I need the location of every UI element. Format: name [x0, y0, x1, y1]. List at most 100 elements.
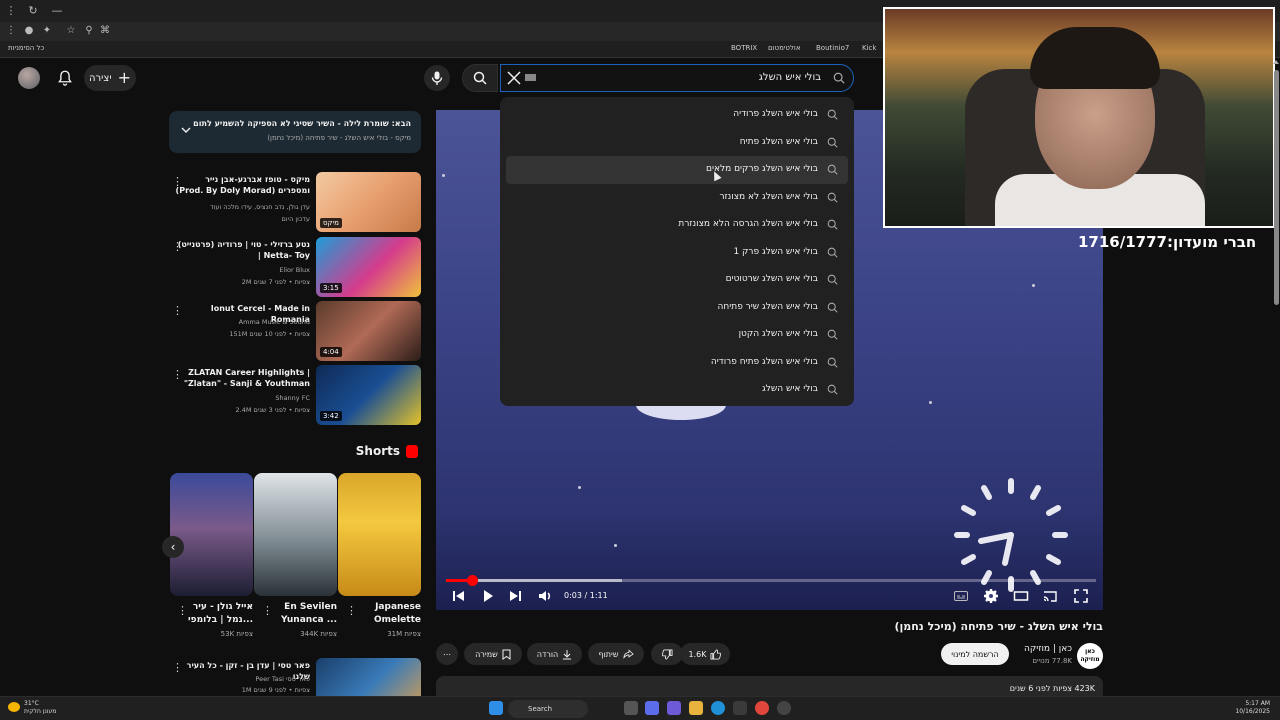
notifications-bell-icon[interactable] — [56, 69, 74, 87]
reload-icon[interactable]: ↻ — [26, 4, 40, 18]
more-options-icon[interactable]: ⋮ — [172, 304, 183, 317]
volume-icon[interactable] — [537, 588, 553, 604]
short-video[interactable] — [338, 473, 421, 596]
clear-search-icon[interactable] — [505, 69, 523, 87]
chevron-left-icon[interactable]: ‹ — [162, 536, 184, 558]
video-channel: Shanny FC — [275, 394, 310, 402]
create-button[interactable]: יצירה + — [84, 65, 136, 91]
previous-icon[interactable] — [451, 588, 467, 604]
recommended-video[interactable]: 3:15 נטע ברזילי - טוי | פרודיה (פרטנייט)… — [169, 237, 421, 299]
suggestion-item[interactable]: בולי איש השלג פרודיה — [506, 101, 848, 129]
key-icon[interactable]: ⚲ — [82, 24, 96, 38]
recommended-video[interactable]: פאר טסי | עדן בן - זקן - כל העיר שלנו Pe… — [169, 658, 421, 696]
short-video[interactable] — [254, 473, 337, 596]
windows-start-icon[interactable] — [489, 701, 503, 715]
short-video[interactable] — [170, 473, 253, 596]
suggestion-item[interactable]: בולי איש השלג פרק 1 — [506, 239, 848, 267]
more-options-icon[interactable]: ⋮ — [172, 368, 183, 381]
extension-icon[interactable]: ● — [22, 24, 36, 38]
video-thumbnail[interactable]: מיקס — [316, 172, 421, 232]
short-title[interactable]: אייל גולן - עיר נמל | בלומפי... — [183, 601, 253, 627]
page-scrollbar[interactable] — [1274, 70, 1279, 305]
up-next-panel[interactable]: הבא: שומרת לילה - השיר שסיגי לא הספיקה ל… — [169, 111, 421, 153]
bookmark-ultimatum[interactable]: אולטימטום — [768, 44, 801, 52]
like-button[interactable]: 1.6K — [680, 643, 730, 665]
suggestion-item[interactable]: בולי איש השלג הקטן — [506, 321, 848, 349]
video-thumbnail[interactable]: 3:15 — [316, 237, 421, 297]
search-button[interactable] — [462, 64, 498, 92]
fullscreen-icon[interactable] — [1073, 588, 1089, 604]
suggestion-item[interactable]: בולי איש השלג לא מצונזר — [506, 184, 848, 212]
more-actions-button[interactable]: ⋯ — [436, 643, 458, 665]
teams-icon[interactable] — [667, 701, 681, 715]
app-icon[interactable] — [777, 701, 791, 715]
video-title[interactable]: ZLATAN Career Highlights | "Zlatan" - Sa… — [175, 367, 310, 389]
dislike-button[interactable] — [651, 643, 683, 665]
video-progress-bar[interactable] — [446, 575, 1096, 586]
recommended-video[interactable]: 4:04 Ionut Cercel - Made in Romania Amma… — [169, 301, 421, 363]
minimize-icon[interactable]: — — [50, 4, 64, 18]
settings-gear-icon[interactable] — [983, 588, 999, 604]
subscribe-button[interactable]: הרשמה למינוי — [941, 643, 1009, 665]
scroll-up-icon[interactable] — [1273, 60, 1279, 64]
video-title[interactable]: נטע ברזילי - טוי | פרודיה (פרטנייט) | Ne… — [175, 239, 310, 261]
weather-widget[interactable]: 31°C מעונן חלקית — [24, 700, 56, 716]
taskbar-clock[interactable]: 5:17 AM 10/16/2025 — [1235, 700, 1270, 716]
short-title[interactable]: Japanese Omelette — [351, 601, 421, 627]
copilot-icon[interactable] — [645, 701, 659, 715]
suggestion-item[interactable]: בולי איש השלג שרטוטים — [506, 266, 848, 294]
chrome-icon[interactable] — [755, 701, 769, 715]
suggestion-item[interactable]: בולי איש השלג פתיח — [506, 129, 848, 157]
chevron-down-icon[interactable] — [180, 124, 192, 136]
recommended-video[interactable]: 3:42 ZLATAN Career Highlights | "Zlatan"… — [169, 365, 421, 427]
file-explorer-icon[interactable] — [689, 701, 703, 715]
bookmark-boutinio[interactable]: Boutinio7 — [816, 44, 849, 52]
next-icon[interactable] — [507, 588, 523, 604]
suggestion-item[interactable]: בולי איש השלג פתיח פרודיה — [506, 349, 848, 377]
search-input[interactable]: בולי איש השלג — [500, 64, 854, 92]
suggestion-item[interactable]: בולי איש השלג הגרסה הלא מצונזרת — [506, 211, 848, 239]
voice-search-button[interactable] — [424, 65, 450, 91]
menu-icon[interactable]: ⋮ — [4, 4, 18, 18]
channel-name[interactable]: כאן | מוזיקה — [1024, 644, 1072, 654]
translate-icon[interactable]: ⌘ — [98, 24, 112, 38]
search-suggestions: בולי איש השלג פרודיה בולי איש השלג פתיח בו… — [500, 97, 854, 406]
channel-logo[interactable]: כאן מוזיקה — [1077, 643, 1103, 669]
recommended-video[interactable]: מיקס מיקס - טופז אברגע-אבן נייר (Prod. B… — [169, 172, 421, 234]
cast-icon[interactable] — [1042, 588, 1058, 604]
suggestion-item[interactable]: בולי איש השלג שיר פתיחה — [506, 294, 848, 322]
taskbar-search[interactable]: Search — [508, 700, 588, 718]
store-icon[interactable] — [733, 701, 747, 715]
more-options-icon[interactable]: ⋮ — [346, 604, 357, 617]
save-button[interactable]: שמירה — [464, 643, 522, 665]
all-bookmarks-link[interactable]: כל הסימניות — [8, 44, 44, 52]
more-options-icon[interactable]: ⋮ — [172, 661, 183, 674]
download-button[interactable]: הורדה — [527, 643, 582, 665]
play-icon[interactable] — [480, 588, 496, 604]
edge-icon[interactable] — [711, 701, 725, 715]
more-options-icon[interactable]: ⋮ — [262, 604, 273, 617]
star-icon[interactable]: ☆ — [64, 24, 78, 38]
more-options-icon[interactable]: ⋮ — [172, 240, 183, 253]
more-icon[interactable]: ⋮ — [4, 24, 18, 38]
extension-icon[interactable]: ✦ — [40, 24, 54, 38]
theater-mode-icon[interactable] — [1013, 588, 1029, 604]
video-thumbnail[interactable] — [316, 658, 421, 696]
subtitles-icon[interactable] — [953, 588, 969, 604]
bookmark-botrix[interactable]: BOTRIX — [731, 44, 757, 52]
share-button[interactable]: שיתוף — [588, 643, 644, 665]
avatar[interactable] — [18, 67, 40, 89]
suggestion-item[interactable]: בולי איש השלג פרקים מלאים — [506, 156, 848, 184]
video-thumbnail[interactable]: 4:04 — [316, 301, 421, 361]
suggestion-item[interactable]: בולי איש השלג — [506, 376, 848, 404]
more-options-icon[interactable]: ⋮ — [172, 175, 183, 188]
bookmark-kick[interactable]: Kick — [862, 44, 876, 52]
progress-scrubber[interactable] — [467, 575, 478, 586]
search-icon — [827, 192, 838, 203]
more-options-icon[interactable]: ⋮ — [177, 604, 188, 617]
bookmark-icon — [502, 649, 511, 660]
task-view-icon[interactable] — [624, 701, 638, 715]
video-thumbnail[interactable]: 3:42 — [316, 365, 421, 425]
video-title[interactable]: מיקס - טופז אברגע-אבן נייר (Prod. By Dol… — [175, 174, 310, 196]
short-title[interactable]: En Sevilen Yunanca ... — [267, 601, 337, 627]
